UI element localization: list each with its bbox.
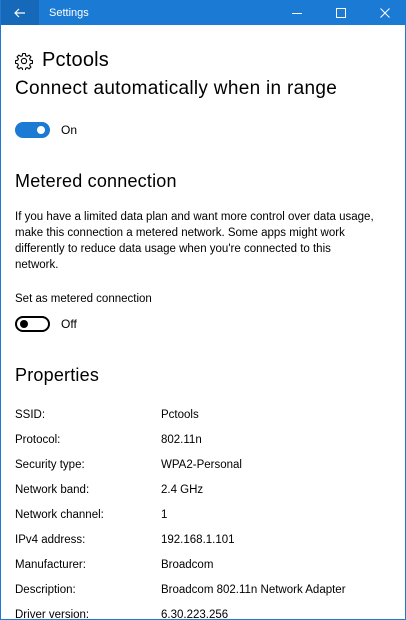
property-value: Pctools bbox=[161, 408, 199, 421]
property-row: Security type: WPA2-Personal bbox=[15, 452, 395, 477]
connect-auto-toggle-label: On bbox=[61, 123, 78, 137]
property-key: Description: bbox=[15, 583, 76, 596]
property-key: IPv4 address: bbox=[15, 533, 86, 546]
minimize-icon bbox=[292, 12, 302, 14]
property-key: Driver version: bbox=[15, 608, 90, 620]
property-value: 2.4 GHz bbox=[161, 483, 204, 496]
close-icon bbox=[380, 7, 390, 18]
property-value: 192.168.1.101 bbox=[161, 533, 235, 546]
property-key: Network channel: bbox=[15, 508, 104, 521]
network-name: Pctools bbox=[42, 49, 109, 71]
metered-setting-label: Set as metered connection bbox=[15, 293, 152, 305]
close-button[interactable] bbox=[363, 0, 405, 25]
property-row: Driver version: 6.30.223.256 bbox=[15, 602, 395, 620]
property-row: Description: Broadcom 802.11n Network Ad… bbox=[15, 577, 395, 602]
property-row: Manufacturer: Broadcom bbox=[15, 552, 395, 577]
property-key: Security type: bbox=[15, 458, 85, 471]
property-row: Protocol: 802.11n bbox=[15, 427, 395, 452]
connect-auto-heading: Connect automatically when in range bbox=[15, 78, 338, 99]
metered-heading: Metered connection bbox=[15, 171, 177, 191]
metered-toggle-row[interactable]: Off bbox=[15, 316, 77, 332]
back-button[interactable] bbox=[1, 0, 39, 25]
settings-window: Settings Pctools Connect automatically w… bbox=[0, 0, 406, 620]
property-row: IPv4 address: 192.168.1.101 bbox=[15, 527, 395, 552]
property-key: Network band: bbox=[15, 483, 90, 496]
properties-table: SSID: Pctools Protocol: 802.11n Security… bbox=[15, 402, 395, 620]
property-value: Broadcom bbox=[161, 558, 214, 571]
property-value: 1 bbox=[161, 508, 168, 521]
property-row: SSID: Pctools bbox=[15, 402, 395, 427]
property-value: 6.30.223.256 bbox=[161, 608, 229, 620]
title-bar: Settings bbox=[1, 0, 405, 25]
minimize-button[interactable] bbox=[275, 0, 319, 25]
toggle-knob bbox=[20, 320, 28, 328]
property-value: 802.11n bbox=[161, 433, 202, 446]
property-key: Manufacturer: bbox=[15, 558, 86, 571]
gear-icon bbox=[15, 52, 33, 70]
property-key: SSID: bbox=[15, 408, 46, 421]
connect-auto-toggle-row[interactable]: On bbox=[15, 122, 77, 138]
window-title: Settings bbox=[49, 6, 89, 19]
metered-toggle[interactable] bbox=[15, 316, 50, 332]
property-row: Network channel: 1 bbox=[15, 502, 395, 527]
property-row: Network band: 2.4 GHz bbox=[15, 477, 395, 502]
toggle-knob bbox=[37, 126, 45, 134]
maximize-button[interactable] bbox=[319, 0, 363, 25]
metered-toggle-label: Off bbox=[61, 317, 77, 331]
back-arrow-icon bbox=[14, 8, 25, 17]
property-value: Broadcom 802.11n Network Adapter bbox=[161, 583, 346, 596]
properties-heading: Properties bbox=[15, 365, 100, 385]
metered-description: If you have a limited data plan and want… bbox=[15, 211, 374, 271]
maximize-icon bbox=[336, 7, 346, 18]
network-header: Pctools bbox=[15, 49, 109, 72]
property-key: Protocol: bbox=[15, 433, 61, 446]
connect-auto-toggle[interactable] bbox=[15, 122, 50, 138]
property-value: WPA2-Personal bbox=[161, 458, 242, 471]
